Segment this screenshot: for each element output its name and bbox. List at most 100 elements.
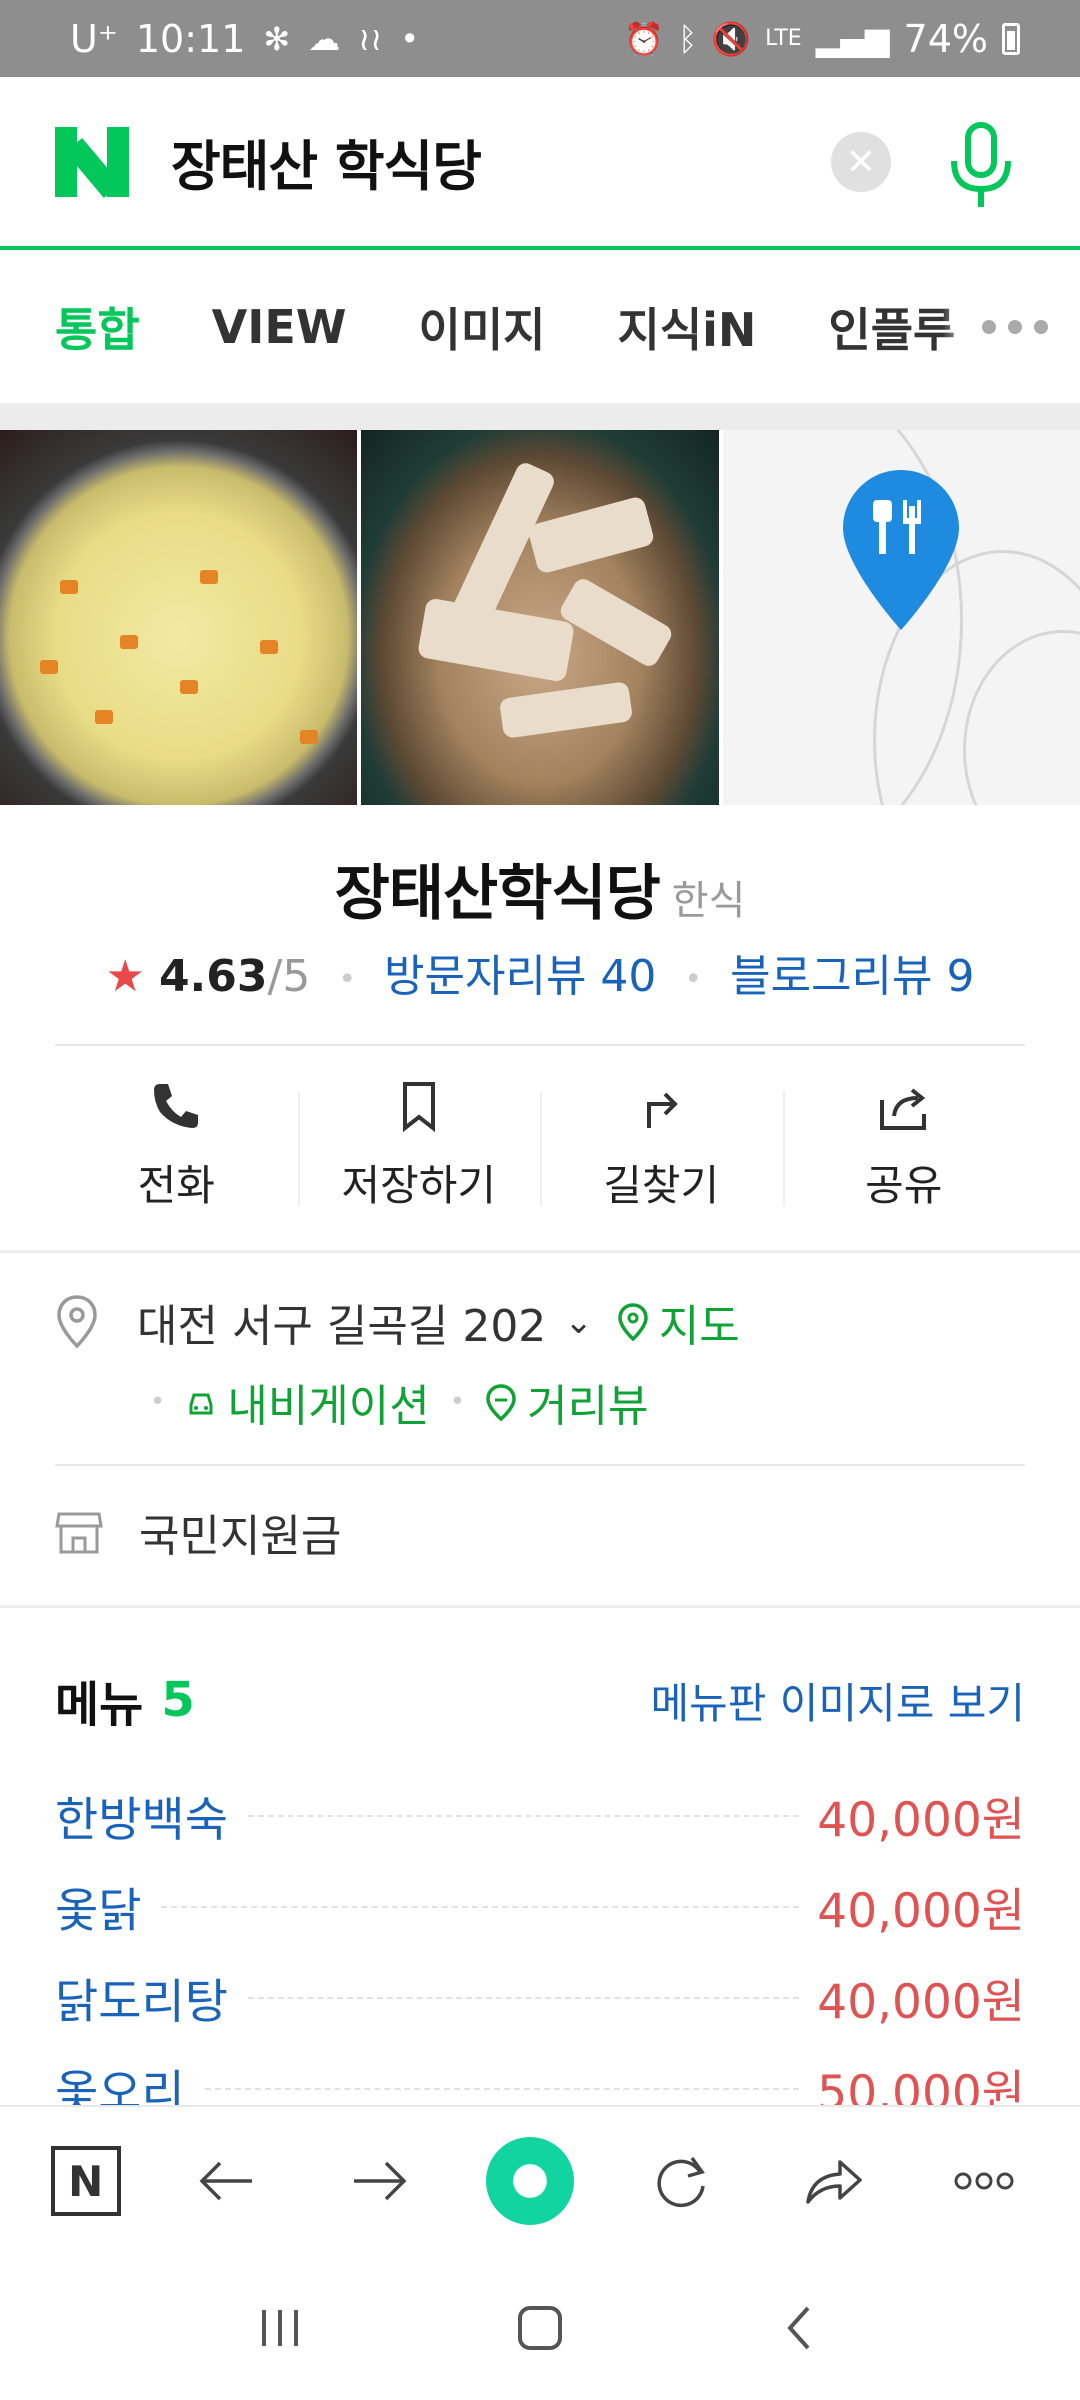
navigation-link[interactable]: 내비게이션 bbox=[185, 1370, 430, 1434]
menu-image-link[interactable]: 메뉴판 이미지로 보기 bbox=[651, 1670, 1025, 1731]
photo-porridge[interactable] bbox=[0, 430, 358, 805]
tab-integrated[interactable]: 통합 bbox=[55, 294, 140, 360]
search-input[interactable]: 장태산 학식당 bbox=[171, 122, 482, 201]
system-back-button[interactable] bbox=[770, 2298, 830, 2358]
sound-wave-icon: ≀≀ bbox=[358, 19, 383, 58]
share-icon bbox=[879, 1087, 926, 1130]
map-pin-icon bbox=[618, 1303, 648, 1341]
bookmark-icon bbox=[402, 1081, 435, 1132]
address-links: • 내비게이션 • 거리뷰 bbox=[130, 1370, 649, 1434]
place-name[interactable]: 장태산학식당 bbox=[335, 859, 661, 929]
cloud-icon: ☁ bbox=[308, 19, 341, 58]
menu-item-price: 40,000원 bbox=[817, 1884, 1025, 1939]
alarm-icon: ⏰ bbox=[624, 19, 665, 58]
call-label: 전화 bbox=[137, 1160, 215, 1210]
forward-button[interactable] bbox=[334, 2136, 424, 2226]
share-page-button[interactable] bbox=[788, 2136, 878, 2226]
address-text[interactable]: 대전 서구 길곡길 202 bbox=[137, 1290, 546, 1354]
tab-view[interactable]: VIEW bbox=[212, 300, 347, 354]
section-gap bbox=[0, 403, 1080, 430]
back-button[interactable] bbox=[182, 2136, 272, 2226]
menu-item-name: 닭도리탕 bbox=[55, 1975, 228, 2030]
section-divider bbox=[0, 1605, 1080, 1608]
share-label: 공유 bbox=[865, 1160, 943, 1210]
support-fund-label: 국민지원금 bbox=[139, 1511, 342, 1562]
menu-count: 5 bbox=[161, 1672, 195, 1728]
microphone-icon[interactable] bbox=[946, 121, 1016, 211]
clock: 10:11 bbox=[135, 16, 246, 61]
save-label: 저장하기 bbox=[341, 1160, 497, 1210]
street-view-link-label: 거리뷰 bbox=[527, 1381, 649, 1432]
phone-icon bbox=[154, 1083, 199, 1128]
map-link-label: 지도 bbox=[658, 1301, 740, 1352]
tab-knowledge-in[interactable]: 지식iN bbox=[618, 294, 757, 360]
tab-influencer[interactable]: 인플루 bbox=[828, 294, 955, 360]
more-menu-button[interactable] bbox=[939, 2136, 1029, 2226]
chevron-down-icon[interactable]: ⌄ bbox=[564, 1302, 593, 1342]
home-button[interactable] bbox=[510, 2298, 570, 2358]
directions-icon bbox=[647, 1092, 679, 1128]
menu-header: 메뉴 5 메뉴판 이미지로 보기 bbox=[55, 1665, 1025, 1735]
search-header: 장태산 학식당 ✕ bbox=[0, 77, 1080, 250]
menu-item-price: 40,000원 bbox=[817, 1975, 1025, 2030]
naver-logo[interactable] bbox=[55, 126, 129, 198]
place-category: 한식 bbox=[671, 878, 746, 924]
battery-percent: 74% bbox=[903, 16, 988, 61]
menu-title: 메뉴 bbox=[55, 1677, 144, 1733]
map-link[interactable]: 지도 bbox=[617, 1290, 740, 1354]
save-button[interactable]: 저장하기 bbox=[297, 1050, 541, 1240]
refresh-icon bbox=[657, 2156, 706, 2208]
more-tabs-button[interactable] bbox=[942, 250, 1048, 403]
arrow-left-icon bbox=[199, 2161, 253, 2201]
rating-max: /5 bbox=[267, 951, 311, 1002]
photo-strip bbox=[0, 430, 1080, 805]
recent-apps-button[interactable] bbox=[250, 2298, 310, 2358]
menu-list: 한방백숙 40,000원 옻닭 40,000원 닭도리탕 40,000원 옻오리… bbox=[55, 1770, 1025, 2134]
bluetooth-icon: ᛒ bbox=[678, 19, 698, 58]
naver-home-button[interactable]: N bbox=[50, 2146, 121, 2216]
close-icon: ✕ bbox=[845, 141, 877, 183]
restaurant-pin-icon bbox=[842, 470, 959, 630]
refresh-button[interactable] bbox=[636, 2136, 726, 2226]
share-arrow-icon bbox=[806, 2160, 862, 2204]
location-pin-icon bbox=[57, 1295, 97, 1349]
menu-item[interactable]: 한방백숙 40,000원 bbox=[55, 1770, 1025, 1861]
call-button[interactable]: 전화 bbox=[55, 1050, 298, 1240]
status-bar: U⁺ 10:11 ✻ ☁ ≀≀ • ⏰ ᛒ 🔇 LTE ▂▄▆ 74% bbox=[0, 0, 1080, 77]
more-dots-icon bbox=[954, 2172, 1014, 2190]
green-dot-button[interactable] bbox=[485, 2136, 575, 2226]
carrier-label: U⁺ bbox=[70, 16, 118, 61]
green-dot-icon bbox=[485, 2137, 574, 2225]
search-tabs: 통합 VIEW 이미지 지식iN 인플루 bbox=[0, 250, 1080, 403]
fan-icon: ✻ bbox=[263, 19, 291, 58]
star-icon: ★ bbox=[105, 951, 145, 1002]
tab-images[interactable]: 이미지 bbox=[419, 294, 546, 360]
street-view-link[interactable]: 거리뷰 bbox=[485, 1370, 649, 1434]
menu-item-price: 40,000원 bbox=[817, 1793, 1025, 1848]
signal-icon: ▂▄▆ bbox=[815, 19, 890, 58]
dot-icon: • bbox=[400, 19, 420, 58]
support-fund-row: 국민지원금 bbox=[55, 1500, 341, 1564]
store-icon bbox=[55, 1512, 103, 1554]
car-icon bbox=[189, 1393, 213, 1415]
directions-button[interactable]: 길찾기 bbox=[540, 1050, 783, 1240]
navigation-link-label: 내비게이션 bbox=[227, 1381, 430, 1432]
directions-label: 길찾기 bbox=[603, 1160, 720, 1210]
menu-item[interactable]: 닭도리탕 40,000원 bbox=[55, 1952, 1025, 2043]
clear-search-button[interactable]: ✕ bbox=[831, 132, 891, 192]
network-type: LTE bbox=[765, 26, 802, 51]
action-bar: 전화 저장하기 길찾기 공유 bbox=[55, 1050, 1025, 1240]
section-divider bbox=[0, 1250, 1080, 1253]
arrow-right-icon bbox=[353, 2161, 407, 2201]
photo-chicken-soup[interactable] bbox=[361, 430, 719, 805]
place-title-row: 장태산학식당 한식 bbox=[0, 845, 1080, 932]
blog-reviews-link[interactable]: 블로그리뷰 9 bbox=[730, 951, 974, 1002]
divider bbox=[55, 1464, 1025, 1466]
share-button[interactable]: 공유 bbox=[782, 1050, 1026, 1240]
menu-item[interactable]: 옻닭 40,000원 bbox=[55, 1861, 1025, 1952]
visitor-reviews-link[interactable]: 방문자리뷰 40 bbox=[384, 951, 656, 1002]
address-row: 대전 서구 길곡길 202 ⌄ 지도 bbox=[55, 1290, 740, 1354]
menu-item-name: 한방백숙 bbox=[55, 1793, 228, 1848]
photo-map[interactable] bbox=[722, 430, 1080, 805]
menu-item-name: 옻닭 bbox=[55, 1884, 142, 1939]
